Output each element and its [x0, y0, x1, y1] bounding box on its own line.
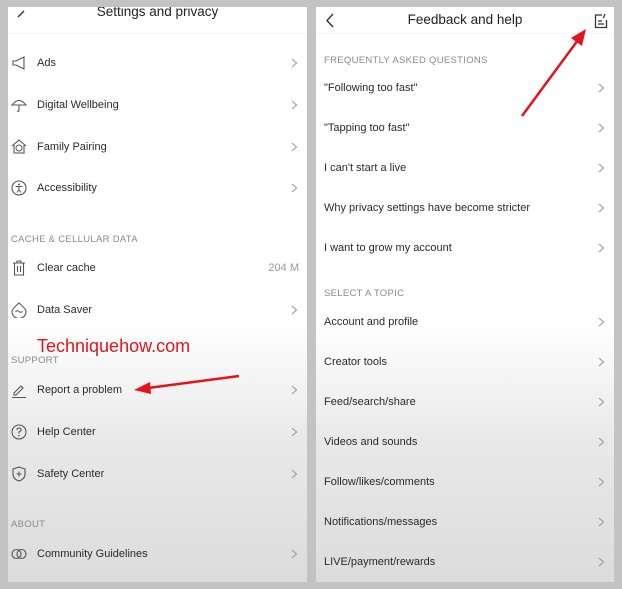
feedback-header: Feedback and help: [316, 7, 614, 34]
topic-item-label: Feed/search/share: [324, 396, 416, 408]
faq-item-label: "Tapping too fast": [324, 122, 410, 134]
chevron-right-icon: [291, 427, 298, 437]
settings-item-ads[interactable]: Ads: [8, 48, 307, 78]
shield-plus-icon: [12, 466, 26, 482]
settings-item-label: Report a problem: [37, 384, 122, 396]
topic-item[interactable]: LIVE/payment/rewards: [316, 547, 614, 577]
settings-item-community-guidelines[interactable]: Community Guidelines: [8, 539, 307, 569]
faq-item[interactable]: Why privacy settings have become stricte…: [316, 193, 614, 223]
settings-item-help-center[interactable]: Help Center: [8, 417, 307, 447]
chevron-right-icon: [291, 142, 298, 152]
settings-item-family-pairing[interactable]: Family Pairing: [8, 132, 307, 162]
data-saver-icon: [11, 302, 27, 318]
chevron-right-icon: [598, 397, 605, 407]
settings-header: Settings and privacy: [8, 7, 307, 34]
section-header-cache: CACHE & CELLULAR DATA: [11, 234, 138, 245]
chevron-right-icon: [598, 203, 605, 213]
topic-item[interactable]: Account and profile: [316, 307, 614, 337]
umbrella-icon: [11, 99, 27, 112]
rings-icon: [11, 548, 27, 560]
section-header-about: ABOUT: [11, 519, 46, 530]
faq-item[interactable]: I can't start a live: [316, 153, 614, 183]
faq-item[interactable]: "Following too fast": [316, 73, 614, 103]
section-header-faq: FREQUENTLY ASKED QUESTIONS: [324, 55, 488, 66]
settings-item-label: Community Guidelines: [37, 548, 148, 560]
faq-item-label: I can't start a live: [324, 162, 407, 174]
pencil-icon: [12, 385, 26, 398]
settings-item-label: Data Saver: [37, 304, 93, 316]
report-history-icon[interactable]: [594, 13, 608, 29]
settings-item-digital-wellbeing[interactable]: Digital Wellbeing: [8, 90, 307, 120]
chevron-right-icon: [291, 183, 298, 193]
chevron-right-icon: [598, 357, 605, 367]
trash-icon: [13, 260, 25, 276]
topic-item[interactable]: Creator tools: [316, 347, 614, 377]
topic-item[interactable]: Follow/likes/comments: [316, 467, 614, 497]
cache-size-value: 204 M: [268, 262, 299, 274]
chevron-right-icon: [598, 123, 605, 133]
chevron-right-icon: [291, 469, 298, 479]
topic-item[interactable]: Notifications/messages: [316, 507, 614, 537]
settings-item-label: Digital Wellbeing: [37, 99, 119, 111]
page-title: Feedback and help: [407, 12, 523, 27]
page-title: Settings and privacy: [96, 7, 219, 19]
settings-item-label: Family Pairing: [37, 141, 107, 153]
settings-item-label: Safety Center: [37, 468, 105, 480]
settings-item-safety-center[interactable]: Safety Center: [8, 459, 307, 489]
chevron-right-icon: [291, 549, 298, 559]
chevron-right-icon: [598, 517, 605, 527]
topic-item-label: Account and profile: [324, 316, 419, 328]
faq-item[interactable]: I want to grow my account: [316, 233, 614, 263]
chevron-right-icon: [598, 243, 605, 253]
topic-item-label: Creator tools: [324, 356, 387, 368]
megaphone-icon: [12, 56, 25, 70]
section-header-topic: SELECT A TOPIC: [324, 288, 405, 299]
question-circle-icon: [11, 424, 27, 440]
settings-privacy-panel: Settings and privacy Ads Digital Wellbei…: [8, 7, 307, 582]
feedback-help-panel: Feedback and help FREQUENTLY ASKED QUEST…: [316, 7, 614, 582]
chevron-right-icon: [598, 557, 605, 567]
settings-item-label: Clear cache: [37, 262, 96, 274]
settings-item-label: Accessibility: [37, 182, 97, 194]
house-heart-icon: [11, 139, 27, 154]
accessibility-icon: [11, 180, 27, 196]
chevron-right-icon: [598, 477, 605, 487]
faq-item-label: Why privacy settings have become stricte…: [324, 202, 531, 214]
chevron-right-icon: [598, 163, 605, 173]
settings-item-label: Help Center: [37, 426, 96, 438]
chevron-right-icon: [291, 58, 298, 68]
chevron-right-icon: [291, 100, 298, 110]
faq-item-label: "Following too fast": [324, 82, 418, 94]
chevron-right-icon: [598, 437, 605, 447]
settings-item-label: Ads: [37, 57, 56, 69]
topic-item-label: Follow/likes/comments: [324, 476, 435, 488]
topic-item-label: LIVE/payment/rewards: [324, 556, 436, 568]
settings-item-data-saver[interactable]: Data Saver: [8, 295, 307, 325]
faq-item[interactable]: "Tapping too fast": [316, 113, 614, 143]
settings-item-clear-cache[interactable]: Clear cache 204 M: [8, 253, 307, 283]
chevron-right-icon: [291, 305, 298, 315]
chevron-right-icon: [598, 83, 605, 93]
topic-item-label: Notifications/messages: [324, 516, 438, 528]
topic-item-label: Videos and sounds: [324, 436, 418, 448]
topic-item[interactable]: Videos and sounds: [316, 427, 614, 457]
settings-item-report-a-problem[interactable]: Report a problem: [8, 375, 307, 405]
watermark-text: Techniquehow.com: [37, 336, 191, 356]
topic-item[interactable]: Feed/search/share: [316, 387, 614, 417]
chevron-right-icon: [598, 317, 605, 327]
chevron-right-icon: [291, 385, 298, 395]
settings-item-accessibility[interactable]: Accessibility: [8, 173, 307, 203]
faq-item-label: I want to grow my account: [324, 242, 452, 254]
